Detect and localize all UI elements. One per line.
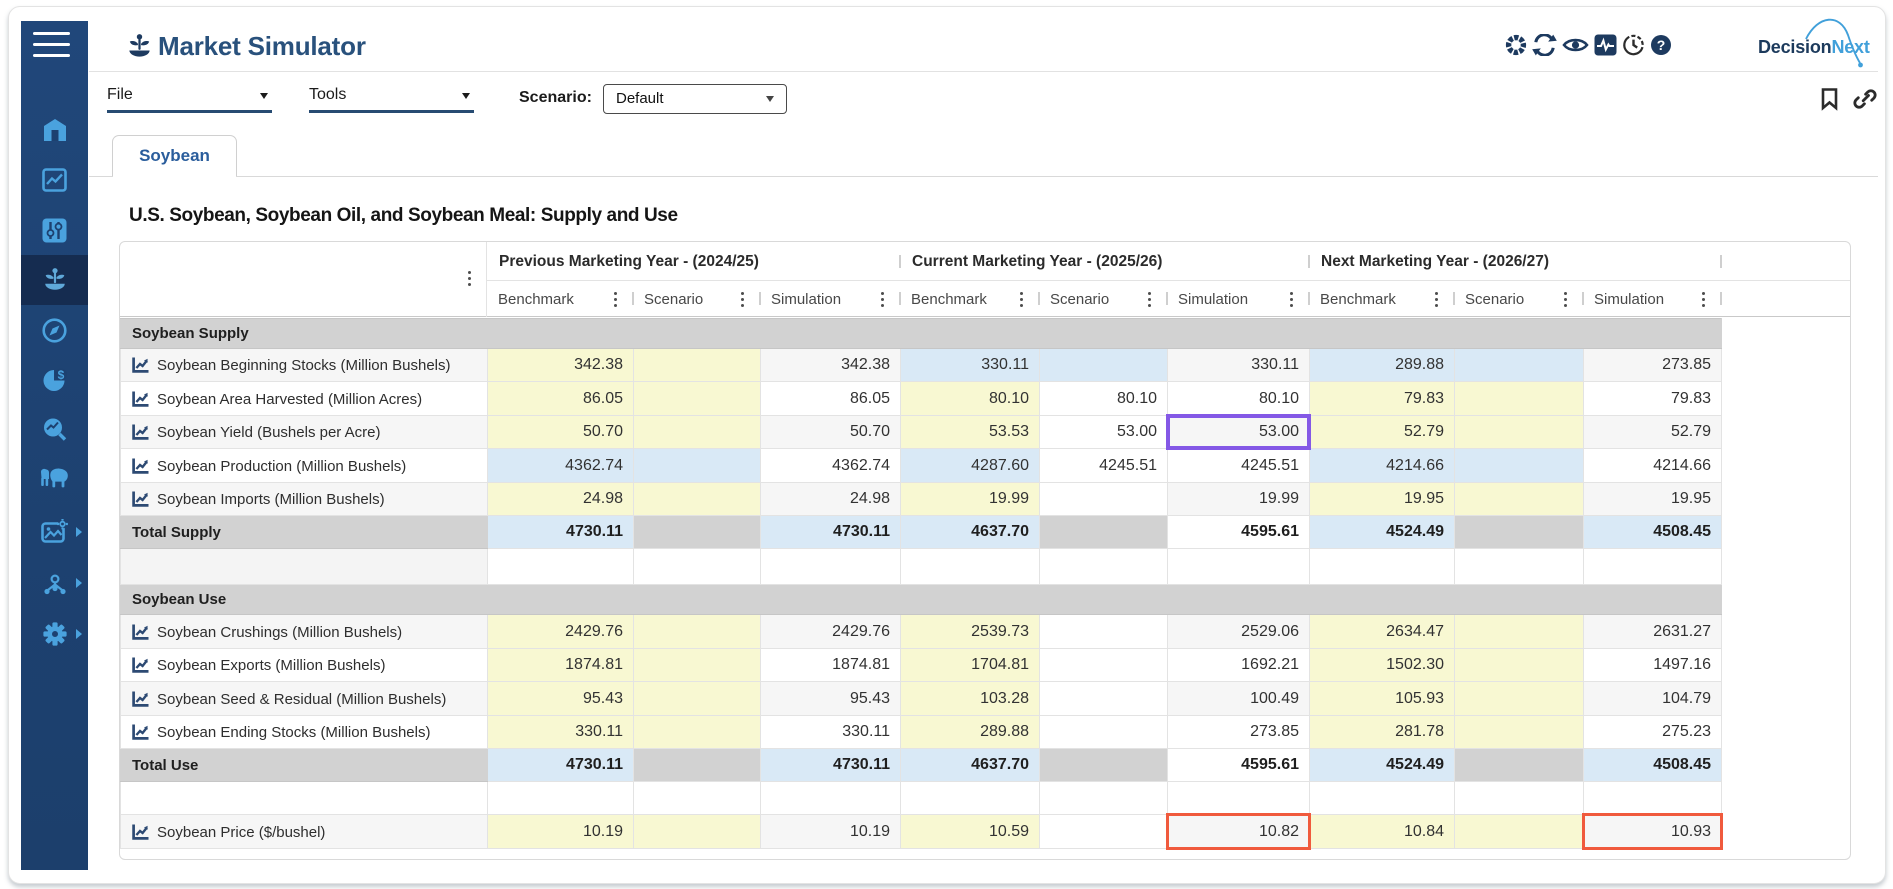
svg-text:$: $: [57, 368, 64, 382]
svg-text:?: ?: [1657, 37, 1666, 53]
